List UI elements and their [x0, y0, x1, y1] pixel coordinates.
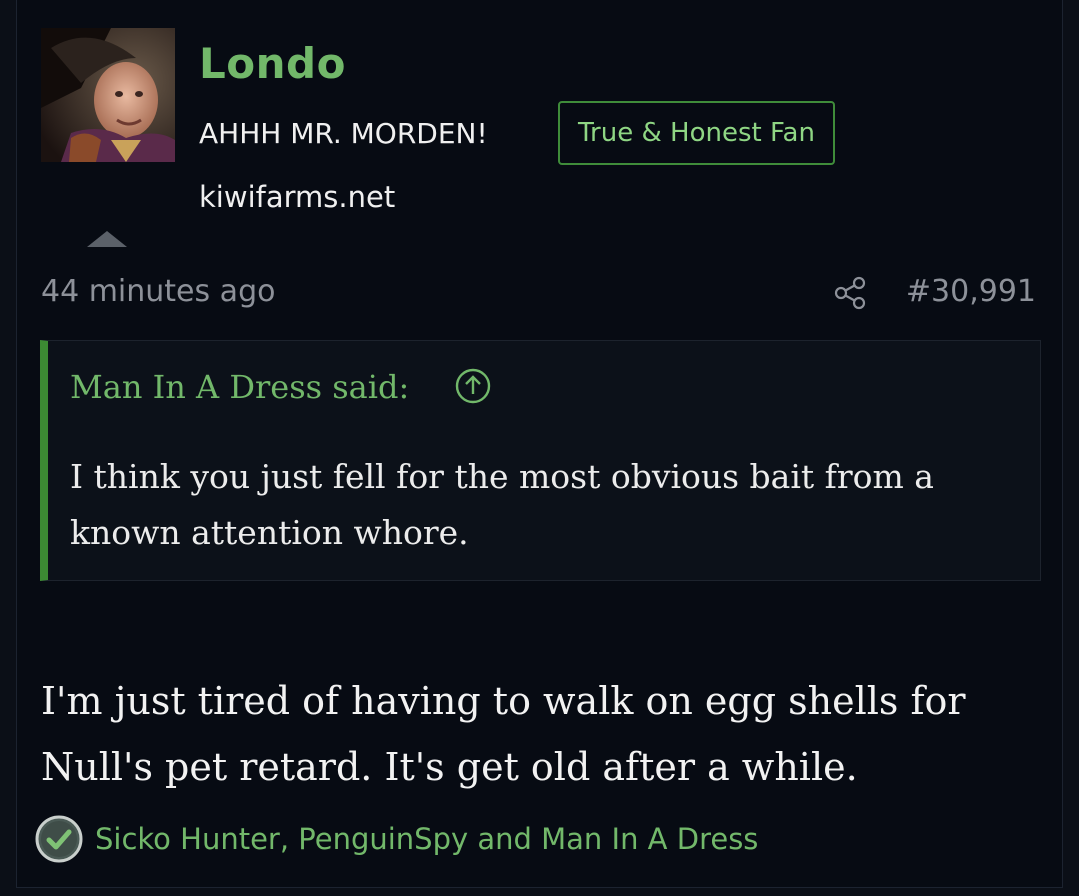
avatar-photo [41, 28, 175, 162]
share-icon[interactable] [833, 276, 867, 310]
username[interactable]: Londo [199, 38, 346, 90]
avatar[interactable] [41, 28, 175, 162]
quote-text: I think you just fell for the most obvio… [70, 457, 934, 552]
post-timestamp[interactable]: 44 minutes ago [41, 272, 275, 312]
user-title: AHHH MR. MORDEN! [199, 117, 488, 150]
quote-block: Man In A Dress said: I think you just fe… [40, 340, 1041, 581]
user-badge: True & Honest Fan [558, 101, 835, 165]
post-number-link[interactable]: #30,991 [906, 272, 1036, 312]
arrow-up-circle-icon[interactable] [454, 367, 492, 405]
user-site: kiwifarms.net [199, 180, 396, 214]
forum-post: Londo AHHH MR. MORDEN! True & Honest Fan… [16, 0, 1063, 888]
post-message: I'm just tired of having to walk on egg … [41, 679, 966, 789]
reaction-users-link[interactable]: Sicko Hunter, PenguinSpy and Man In A Dr… [95, 819, 758, 859]
checkmark-reaction-icon[interactable] [35, 815, 83, 863]
reactions-bar: Sicko Hunter, PenguinSpy and Man In A Dr… [35, 814, 758, 864]
caret-up-icon [87, 231, 127, 247]
quote-author-link[interactable]: Man In A Dress said: [70, 365, 409, 409]
